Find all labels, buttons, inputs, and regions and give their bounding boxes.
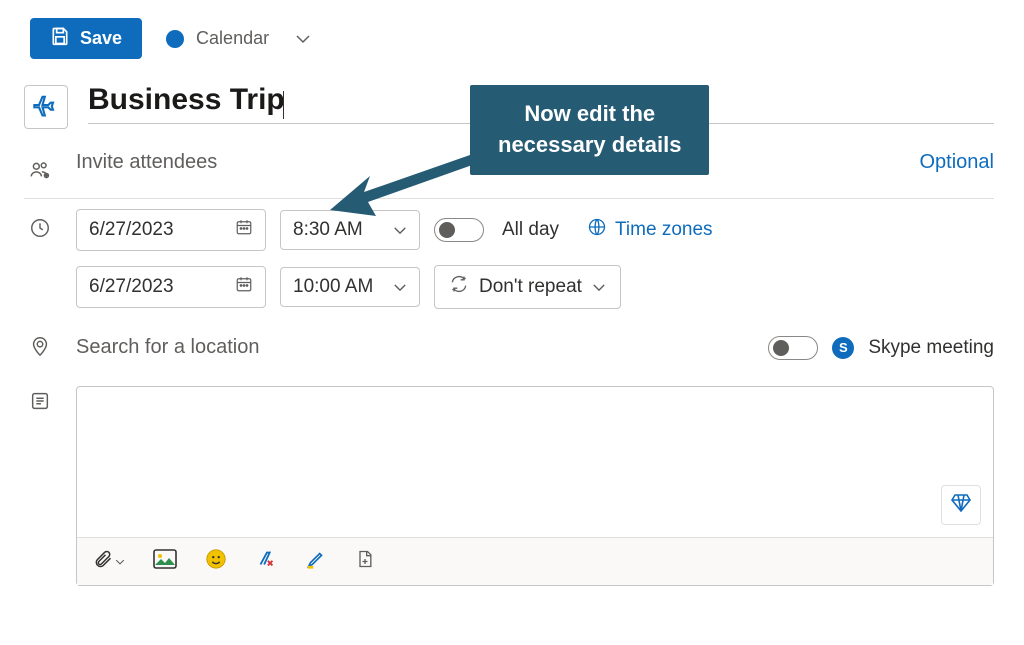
- insert-image-button[interactable]: [153, 549, 177, 574]
- toolbar: Save Calendar: [0, 0, 1024, 73]
- event-title-input[interactable]: Business Trip: [88, 83, 285, 116]
- calendar-icon: [235, 275, 253, 299]
- start-date-field[interactable]: 6/27/2023: [76, 209, 266, 251]
- paperclip-icon: [93, 548, 113, 575]
- timezones-link[interactable]: Time zones: [587, 217, 713, 243]
- recurrence-field[interactable]: Don't repeat: [434, 265, 621, 309]
- calendar-category-picker[interactable]: Calendar: [166, 28, 311, 49]
- description-editor[interactable]: [76, 386, 994, 586]
- calendar-icon: [235, 218, 253, 242]
- skype-toggle[interactable]: [768, 336, 818, 360]
- start-datetime-line: 6/27/2023 8:30 AM All day: [76, 209, 994, 251]
- end-time-value: 10:00 AM: [293, 276, 373, 298]
- annotation-line2: necessary details: [498, 130, 681, 161]
- chevron-down-icon: [592, 276, 606, 298]
- people-icon: [29, 159, 51, 186]
- timezones-label: Time zones: [615, 219, 713, 241]
- image-icon: [153, 549, 177, 574]
- description-row: [24, 376, 994, 596]
- optional-attendees-link[interactable]: Optional: [920, 151, 995, 174]
- datetime-row: 6/27/2023 8:30 AM All day: [24, 199, 994, 319]
- location-row: Search for a location S Skype meeting: [24, 319, 994, 376]
- chevron-down-icon: [393, 276, 407, 298]
- save-button[interactable]: Save: [30, 18, 142, 59]
- chevron-down-icon: [295, 28, 311, 49]
- text-caret: [283, 91, 284, 119]
- clear-format-button[interactable]: [255, 548, 277, 575]
- calendar-color-dot: [166, 30, 184, 48]
- location-input[interactable]: Search for a location: [76, 336, 768, 359]
- editor-toolbar: [77, 537, 993, 585]
- highlighter-icon: [305, 548, 327, 575]
- repeat-icon: [449, 274, 469, 300]
- start-date-value: 6/27/2023: [89, 219, 174, 241]
- suggestions-button[interactable]: [941, 485, 981, 525]
- calendar-label: Calendar: [196, 28, 269, 49]
- emoji-button[interactable]: [205, 548, 227, 575]
- attendees-input[interactable]: Invite attendees: [76, 151, 217, 174]
- save-label: Save: [80, 28, 122, 49]
- highlight-button[interactable]: [305, 548, 327, 575]
- clear-format-icon: [255, 548, 277, 575]
- annotation-callout: Now edit the necessary details: [470, 85, 709, 175]
- save-icon: [50, 26, 70, 51]
- allday-label: All day: [502, 219, 559, 241]
- emoji-icon: [205, 548, 227, 575]
- event-icon-picker[interactable]: [24, 85, 68, 129]
- end-time-field[interactable]: 10:00 AM: [280, 267, 420, 307]
- attach-button[interactable]: [93, 548, 125, 575]
- end-date-field[interactable]: 6/27/2023: [76, 266, 266, 308]
- diamond-icon: [949, 491, 973, 520]
- recurrence-value: Don't repeat: [479, 276, 582, 298]
- skype-label: Skype meeting: [868, 337, 994, 359]
- clock-icon: [29, 217, 51, 244]
- airplane-icon: [32, 91, 60, 124]
- end-datetime-line: 6/27/2023 10:00 AM Don't repeat: [76, 265, 994, 309]
- location-pin-icon: [29, 335, 51, 362]
- end-date-value: 6/27/2023: [89, 276, 174, 298]
- annotation-line1: Now edit the: [498, 99, 681, 130]
- chevron-down-icon: [115, 553, 125, 571]
- globe-icon: [587, 217, 607, 243]
- skype-icon: S: [832, 337, 854, 359]
- insert-file-button[interactable]: [355, 548, 375, 575]
- notes-icon: [29, 390, 51, 417]
- file-add-icon: [355, 548, 375, 575]
